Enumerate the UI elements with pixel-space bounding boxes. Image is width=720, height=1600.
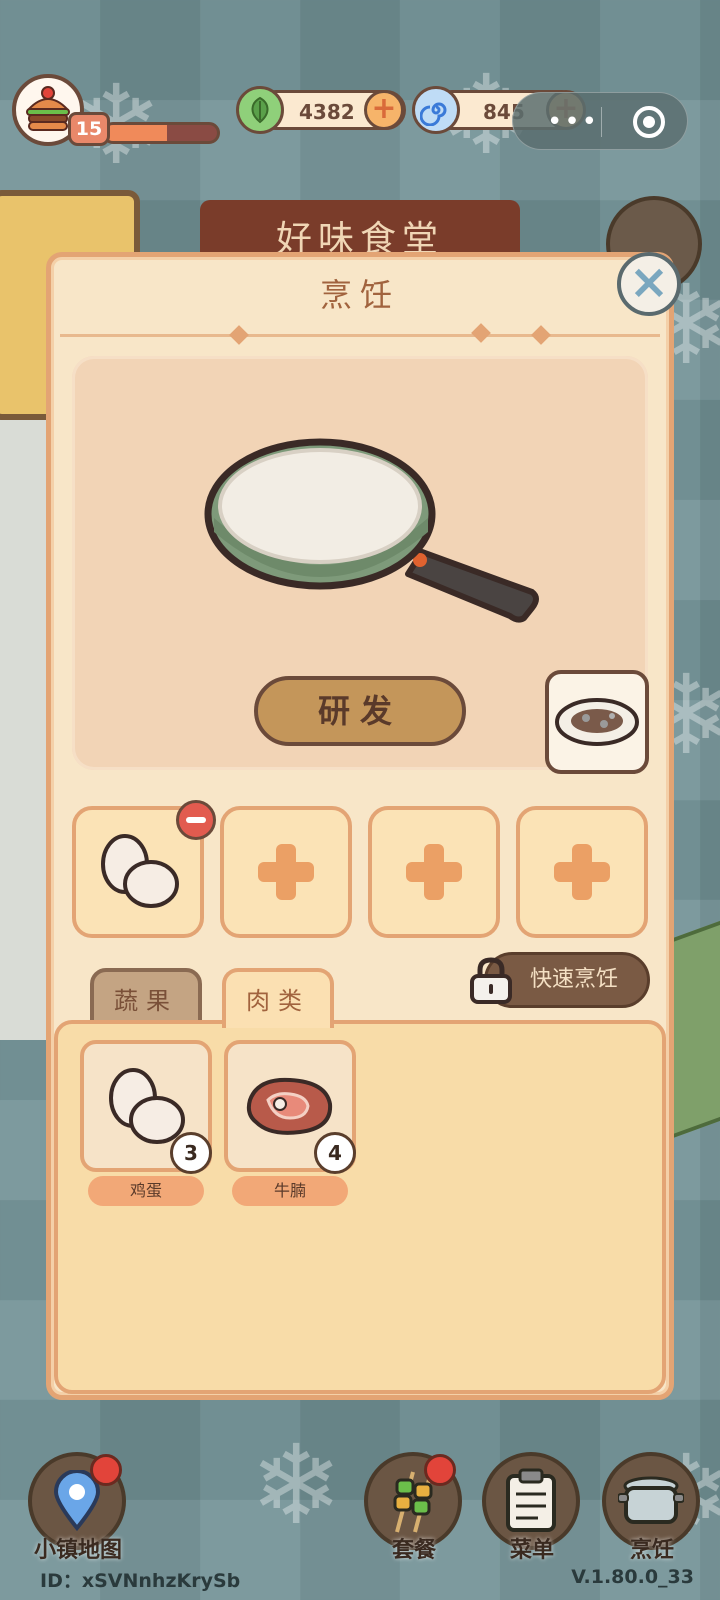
nav-label: 小镇地图 — [33, 1538, 122, 1563]
ingredient-slot-4[interactable] — [516, 806, 648, 938]
player-id: ID：xSVNnhzKrySb — [40, 1570, 241, 1592]
frying-pan-icon — [204, 438, 539, 623]
leaf-currency-value: 4382 — [299, 100, 355, 124]
pot-icon — [618, 1476, 684, 1524]
egg-icon — [101, 834, 179, 908]
item-label: 鸡蛋 — [88, 1176, 204, 1206]
more-icon[interactable]: ••• — [547, 107, 599, 137]
miniprogram-capsule: ••• — [512, 92, 688, 150]
dish-preview-button[interactable] — [545, 670, 649, 774]
ingredient-slot-2[interactable] — [220, 806, 352, 938]
nav-label: 菜单 — [509, 1538, 554, 1563]
tab-meat[interactable]: 肉类 — [222, 968, 334, 1028]
add-leaf-button[interactable]: + — [364, 90, 404, 130]
version-label: V.1.80.0_33 — [571, 1566, 694, 1588]
snowflake-decoration: ❄ — [250, 1421, 343, 1549]
swirl-icon — [412, 86, 460, 134]
item-label: 牛腩 — [232, 1176, 348, 1206]
xp-progress-bar — [102, 122, 220, 144]
nav-label: 烹饪 — [629, 1538, 674, 1563]
dish-icon — [555, 698, 639, 746]
plus-icon — [554, 844, 610, 900]
leaf-icon — [236, 86, 284, 134]
clipboard-icon — [506, 1468, 556, 1532]
item-count-badge: 4 — [314, 1132, 356, 1174]
notification-badge — [90, 1454, 122, 1486]
remove-ingredient-button[interactable] — [176, 800, 216, 840]
research-button[interactable]: 研发 — [254, 676, 466, 746]
title-divider — [60, 334, 660, 337]
tab-vegetables[interactable]: 蔬果 — [90, 968, 202, 1028]
close-button[interactable]: × — [617, 252, 681, 316]
plus-icon — [406, 844, 462, 900]
plus-icon — [258, 844, 314, 900]
burger-icon — [26, 86, 70, 131]
item-count-badge: 3 — [170, 1132, 212, 1174]
close-miniprogram-icon[interactable] — [633, 106, 665, 138]
nav-label: 套餐 — [391, 1538, 436, 1563]
lock-icon — [470, 957, 512, 1004]
steak-icon — [246, 1077, 333, 1135]
level-badge: 15 — [68, 112, 110, 146]
panel-title: 烹饪 — [319, 276, 400, 314]
capsule-divider — [601, 107, 602, 137]
notification-badge — [424, 1454, 456, 1486]
ingredient-slot-3[interactable] — [368, 806, 500, 938]
